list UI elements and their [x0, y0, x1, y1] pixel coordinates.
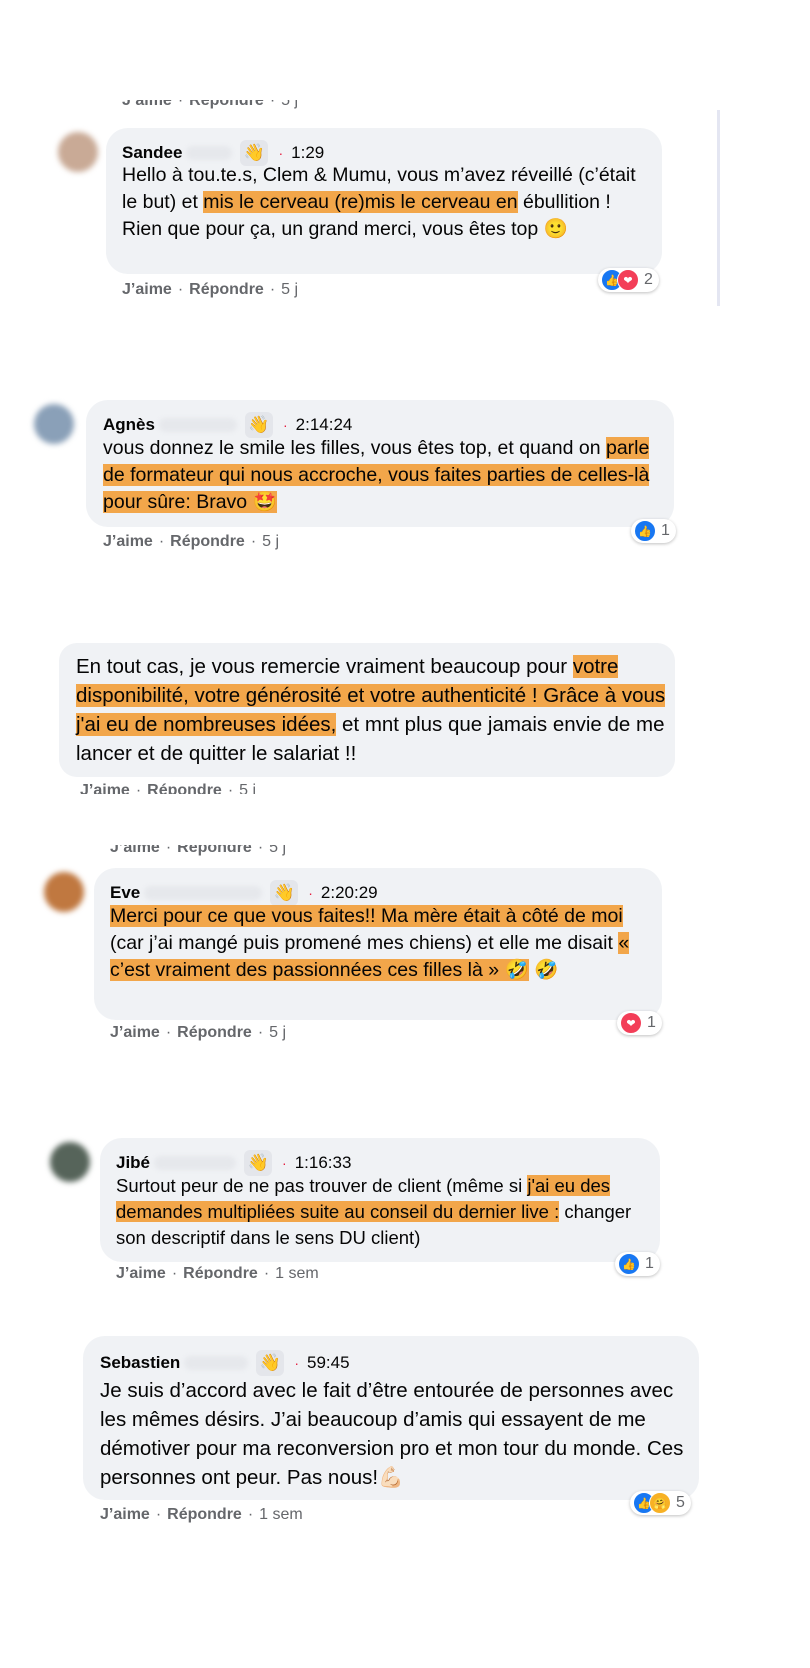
- reply-link[interactable]: Répondre: [167, 1506, 242, 1524]
- comment-text: Merci pour ce que vous faites!! Ma mère …: [110, 905, 630, 981]
- separator-dot: ·: [294, 1355, 299, 1371]
- care-icon: 🤗: [649, 1492, 671, 1514]
- comment-actions: J’aime · Répondre · 5 j: [122, 281, 299, 299]
- comment-header: Sebastien 👋 · 59:45: [100, 1350, 350, 1376]
- reaction-summary[interactable]: 👍 🤗 5: [630, 1491, 691, 1515]
- comment-actions-cutoff: J’aime · Répondre · 5 j: [122, 100, 298, 114]
- like-link[interactable]: J’aime: [122, 100, 172, 110]
- like-link[interactable]: J’aime: [116, 1265, 166, 1279]
- heart-icon: ❤: [620, 1012, 642, 1034]
- timestamp[interactable]: 2:20:29: [321, 883, 378, 903]
- blurred-surname: [144, 886, 263, 900]
- avatar[interactable]: [50, 1142, 90, 1182]
- comment-actions: J’aime · Répondre · 1 sem: [100, 1506, 303, 1524]
- comment-text: Hello à tou.te.s, Clem & Mumu, vous m’av…: [122, 164, 636, 240]
- blurred-surname: [158, 418, 237, 432]
- scrollbar[interactable]: [717, 110, 720, 306]
- separator-dot: ·: [278, 145, 284, 161]
- reaction-summary[interactable]: ❤ 1: [617, 1011, 662, 1035]
- comment-text: Surtout peur de ne pas trouver de client…: [116, 1175, 632, 1248]
- comment-actions-cutoff: J’aime · Répondre · 1 sem: [116, 1265, 319, 1279]
- comment-age: 1 sem: [259, 1506, 303, 1523]
- like-link[interactable]: J’aime: [100, 1506, 150, 1524]
- reply-link[interactable]: Répondre: [177, 1024, 252, 1042]
- comment-age: 5 j: [281, 281, 299, 298]
- timestamp[interactable]: 1:29: [291, 143, 324, 163]
- like-link[interactable]: J’aime: [110, 845, 160, 857]
- reaction-summary[interactable]: 👍 1: [615, 1252, 660, 1276]
- author-name[interactable]: Agnès: [103, 415, 155, 435]
- heart-icon: ❤: [617, 269, 639, 291]
- reply-link[interactable]: Répondre: [177, 845, 252, 857]
- like-link[interactable]: J’aime: [80, 782, 130, 794]
- avatar[interactable]: [44, 872, 84, 912]
- separator-dot: ·: [308, 885, 313, 901]
- reply-link[interactable]: Répondre: [183, 1265, 258, 1279]
- author-name[interactable]: Jibé: [116, 1153, 150, 1173]
- reaction-summary[interactable]: 👍 ❤ 2: [598, 268, 659, 292]
- author-name[interactable]: Sebastien: [100, 1353, 180, 1373]
- reply-link[interactable]: Répondre: [189, 100, 264, 110]
- comment-text: Je suis d’accord avec le fait d’être ent…: [100, 1379, 684, 1489]
- avatar[interactable]: [58, 132, 98, 172]
- reply-link[interactable]: Répondre: [147, 782, 222, 794]
- reply-link[interactable]: Répondre: [189, 281, 264, 299]
- comment-text: vous donnez le smile les filles, vous êt…: [103, 437, 650, 513]
- like-link[interactable]: J’aime: [110, 1024, 160, 1042]
- reaction-summary[interactable]: 👍 1: [631, 519, 676, 543]
- timestamp[interactable]: 1:16:33: [295, 1153, 352, 1173]
- comment-text: En tout cas, je vous remercie vraiment b…: [76, 655, 666, 765]
- comment-age: 5 j: [269, 1024, 287, 1041]
- wave-icon: 👋: [256, 1350, 285, 1376]
- comment-age: 5 j: [262, 533, 280, 550]
- comment-actions: J’aime · Répondre · 5 j: [110, 1024, 287, 1042]
- author-name[interactable]: Eve: [110, 883, 140, 903]
- timestamp[interactable]: 2:14:24: [296, 415, 353, 435]
- author-name[interactable]: Sandee: [122, 143, 182, 163]
- separator-dot: ·: [282, 1155, 287, 1171]
- blurred-surname: [186, 146, 233, 160]
- avatar[interactable]: [34, 404, 74, 444]
- comment-actions: J’aime · Répondre · 5 j: [103, 533, 280, 551]
- like-icon: 👍: [634, 520, 656, 542]
- like-icon: 👍: [618, 1253, 640, 1275]
- like-link[interactable]: J’aime: [103, 533, 153, 551]
- blurred-surname: [154, 1156, 237, 1170]
- comment-actions-cutoff: J’aime · Répondre · 5 j: [110, 845, 286, 859]
- blurred-surname: [184, 1356, 249, 1370]
- comment-actions-cutoff: J’aime · Répondre · 5 j: [80, 782, 256, 794]
- like-link[interactable]: J’aime: [122, 281, 172, 299]
- timestamp[interactable]: 59:45: [307, 1353, 350, 1373]
- separator-dot: ·: [282, 417, 288, 433]
- reply-link[interactable]: Répondre: [170, 533, 245, 551]
